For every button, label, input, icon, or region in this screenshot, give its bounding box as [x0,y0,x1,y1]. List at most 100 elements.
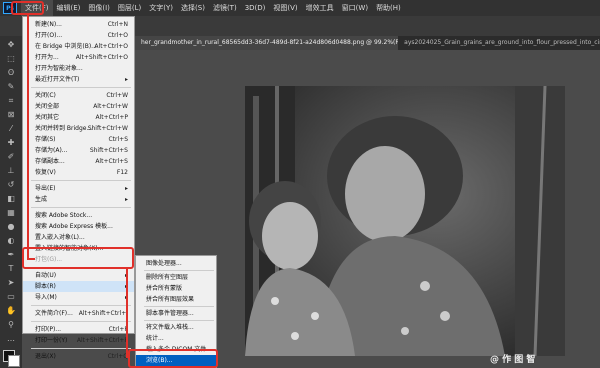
more-tools-icon[interactable]: … [4,333,18,344]
file-menu-item-19[interactable]: 置入链接的智能对象(K)... [23,243,134,254]
file-menu-item-17[interactable]: 搜索 Adobe Express 模板... [23,221,134,232]
shortcut-label: Alt+Ctrl+S [95,158,128,165]
file-menu-item-4[interactable]: 打开为智能对象... [23,63,134,74]
file-menu-item-7[interactable]: 关闭全部 Alt+Ctrl+W [23,101,134,112]
file-menu-item-2[interactable]: 在 Bridge 中浏览(B)... Alt+Ctrl+O [23,41,134,52]
file-menu-item-14[interactable]: 导出(E) ▸ [23,183,134,194]
file-menu-item-label: 关闭(C) [35,92,56,99]
shortcut-label: Alt+Ctrl+O [94,43,128,50]
script-submenu-item-8[interactable]: 浏览(B)... [136,355,216,366]
tab-active-document[interactable]: her_grandmother_in_rural_68565dd3-36d7-4… [135,36,399,50]
file-menu-item-25[interactable]: 打印(P)... Ctrl+P [23,324,134,335]
shortcut-label: F12 [116,169,128,176]
script-submenu-item-0[interactable]: 图像处理器... [136,258,216,269]
history-brush-icon[interactable]: ↺ [4,179,18,190]
file-menu-item-16[interactable]: 搜索 Adobe Stock... [23,210,134,221]
file-menu-item-21[interactable]: 自动(U) ▸ [23,270,134,281]
script-submenu-item-4[interactable]: 脚本事件管理器... [136,308,216,319]
script-submenu-item-3[interactable]: 拼合所有图层效果 [136,294,216,305]
blur-tool-icon[interactable]: ● [4,221,18,232]
menu-11[interactable]: 帮助(H) [372,0,405,16]
eraser-tool-icon[interactable]: ◧ [4,193,18,204]
menu-separator [31,321,131,322]
file-menu-item-26[interactable]: 打印一份(Y) Alt+Shift+Ctrl+P [23,335,134,346]
submenu-arrow-icon: ▸ [124,294,128,301]
file-menu-item-18[interactable]: 置入嵌入对象(L)... [23,232,134,243]
file-menu-item-27[interactable]: 退出(X) Ctrl+Q [23,351,134,362]
zoom-tool-icon[interactable]: ⚲ [4,319,18,330]
quick-select-tool-icon[interactable]: ✎ [4,81,18,92]
eyedropper-tool-icon[interactable]: ⁄ [4,123,18,134]
menu-0[interactable]: 文件(F) [21,0,53,16]
background-color[interactable] [8,355,20,367]
file-menu-item-label: 搜索 Adobe Express 模板... [35,223,113,230]
file-menu-item-11[interactable]: 存储为(A)... Shift+Ctrl+S [23,145,134,156]
gradient-tool-icon[interactable]: ▦ [4,207,18,218]
file-menu-item-15[interactable]: 生成 ▸ [23,194,134,205]
file-menu-item-label: 打包(G)... [35,256,63,263]
type-tool-icon[interactable]: T [4,263,18,274]
shape-tool-icon[interactable]: ▭ [4,291,18,302]
file-menu-item-13[interactable]: 恢复(V) F12 [23,167,134,178]
file-menu-item-8[interactable]: 关闭其它 Alt+Ctrl+P [23,112,134,123]
file-menu-item-label: 脚本(R) [35,283,56,290]
script-submenu-item-2[interactable]: 拼合所有蒙版 [136,283,216,294]
menu-2[interactable]: 图像(I) [84,0,114,16]
script-submenu-item-6[interactable]: 统计... [136,333,216,344]
script-submenu-item-7[interactable]: 载入多个 DICOM 文件... [136,344,216,355]
move-tool-icon[interactable]: ✥ [4,39,18,50]
file-menu-item-label: 存储为(A)... [35,147,68,154]
file-menu-item-label: 置入链接的智能对象(K)... [35,245,104,252]
file-menu-item-22[interactable]: 脚本(R) ▸ [23,281,134,292]
file-menu-item-12[interactable]: 存储副本... Alt+Ctrl+S [23,156,134,167]
file-menu-item-3[interactable]: 打开为... Alt+Shift+Ctrl+O [23,52,134,63]
file-menu-item-label: 打印一份(Y) [35,337,68,344]
file-menu-item-label: 置入嵌入对象(L)... [35,234,85,241]
file-menu-item-10[interactable]: 存储(S) Ctrl+S [23,134,134,145]
menu-1[interactable]: 编辑(E) [53,0,85,16]
color-swatches[interactable] [3,350,20,367]
file-menu-item-label: 导入(M) [35,294,57,301]
stamp-tool-icon[interactable]: ⊥ [4,165,18,176]
menu-8[interactable]: 视图(V) [269,0,301,16]
file-menu-item-24[interactable]: 文件简介(F)... Alt+Shift+Ctrl+I [23,308,134,319]
photo-grandmother-child [245,86,565,356]
file-menu-item-23[interactable]: 导入(M) ▸ [23,292,134,303]
file-menu-item-label: 最近打开文件(T) [35,76,80,83]
healing-brush-icon[interactable]: ✚ [4,137,18,148]
lasso-tool-icon[interactable]: ʘ [4,67,18,78]
submenu-arrow-icon: ▸ [124,76,128,83]
frame-tool-icon[interactable]: ⊠ [4,109,18,120]
menu-3[interactable]: 图层(L) [114,0,145,16]
menu-4[interactable]: 文字(Y) [145,0,177,16]
file-menu-item-1[interactable]: 打开(O)... Ctrl+O [23,30,134,41]
file-menu-item-6[interactable]: 关闭(C) Ctrl+W [23,90,134,101]
submenu-arrow-icon: ▸ [124,283,128,290]
script-submenu-item-label: 拼合所有蒙版 [146,285,183,292]
marquee-tool-icon[interactable]: ⬚ [4,53,18,64]
submenu-arrow-icon: ▸ [124,185,128,192]
file-menu-item-0[interactable]: 新建(N)... Ctrl+N [23,19,134,30]
script-submenu-item-5[interactable]: 将文件载入堆栈... [136,322,216,333]
file-menu-item-9[interactable]: 关闭并转到 Bridge... Shift+Ctrl+W [23,123,134,134]
script-submenu-item-label: 拼合所有图层效果 [146,296,195,303]
file-menu-item-label: 在 Bridge 中浏览(B)... [35,43,97,50]
menu-5[interactable]: 选择(S) [177,0,209,16]
shortcut-label: Alt+Shift+Ctrl+I [78,310,128,317]
script-submenu-item-1[interactable]: 删除所有空图层 [136,272,216,283]
hand-tool-icon[interactable]: ✋ [4,305,18,316]
file-menu-item-5[interactable]: 最近打开文件(T) ▸ [23,74,134,85]
script-submenu-item-label: 将文件载入堆栈... [146,324,194,331]
dodge-tool-icon[interactable]: ◐ [4,235,18,246]
menu-7[interactable]: 3D(D) [241,0,270,16]
shortcut-label: Ctrl+Q [107,353,128,360]
brush-tool-icon[interactable]: ✐ [4,151,18,162]
tab-second-document[interactable]: ays2024025_Grain_grains_are_ground_into_… [398,36,600,50]
menu-6[interactable]: 滤镜(T) [209,0,241,16]
submenu-arrow-icon: ▸ [124,272,128,279]
crop-tool-icon[interactable]: ⌗ [4,95,18,106]
menu-9[interactable]: 增效工具 [302,0,338,16]
menu-10[interactable]: 窗口(W) [338,0,372,16]
pen-tool-icon[interactable]: ✒ [4,249,18,260]
path-select-icon[interactable]: ➤ [4,277,18,288]
